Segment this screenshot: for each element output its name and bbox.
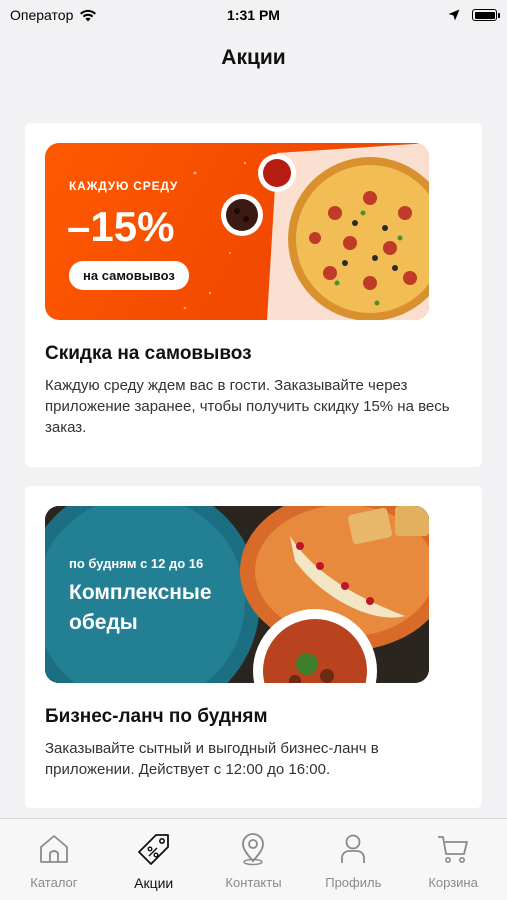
- status-bar: Оператор 1:31 PM: [0, 0, 507, 30]
- tab-catalog[interactable]: Каталог: [4, 819, 104, 900]
- tab-profile[interactable]: Профиль: [303, 819, 403, 900]
- promo-title: Бизнес-ланч по будням: [45, 706, 268, 727]
- tab-label: Профиль: [325, 875, 382, 890]
- carrier-label: Оператор: [10, 7, 74, 23]
- wifi-icon: [80, 9, 97, 21]
- tab-label: Контакты: [225, 875, 282, 890]
- location-pin-icon: [242, 833, 265, 866]
- tab-contacts[interactable]: Контакты: [204, 819, 304, 900]
- page-title: Акции: [221, 46, 286, 69]
- banner-kicker: по будням с 12 до 16: [69, 556, 204, 571]
- tab-label: Каталог: [30, 875, 78, 890]
- promo-title: Скидка на самовывоз: [45, 343, 252, 364]
- promo-card[interactable]: по будням с 12 до 16 Комплексные обеды Б…: [25, 486, 482, 808]
- banner-pill: на самовывоз: [69, 261, 189, 290]
- tab-cart[interactable]: Корзина: [403, 819, 503, 900]
- tab-label: Акции: [134, 875, 174, 891]
- promo-description: Заказывайте сытный и выгодный бизнес-лан…: [45, 740, 379, 778]
- status-right: [448, 9, 500, 21]
- banner-discount: –15%: [67, 203, 175, 250]
- tab-label: Корзина: [428, 875, 478, 890]
- promo-description: Каждую среду ждем вас в гости. Заказывай…: [45, 377, 450, 436]
- status-left: Оператор: [10, 7, 97, 23]
- person-icon: [341, 834, 366, 863]
- battery-icon: [472, 9, 500, 21]
- banner-headline: Комплексные обеды: [69, 581, 212, 634]
- cart-icon: [438, 836, 468, 863]
- promo-banner[interactable]: КАЖДУЮ СРЕДУ –15% на самовывоз: [45, 143, 429, 320]
- tag-icon: [137, 834, 169, 865]
- banner-kicker: КАЖДУЮ СРЕДУ: [69, 179, 179, 193]
- promo-banner[interactable]: по будням с 12 до 16 Комплексные обеды: [45, 506, 429, 683]
- promo-card[interactable]: КАЖДУЮ СРЕДУ –15% на самовывоз Скидка на…: [25, 123, 482, 467]
- location-arrow-icon: [448, 9, 460, 21]
- home-icon: [39, 835, 68, 863]
- tab-bar: Каталог Акции Контакты Профиль Корзина: [0, 818, 507, 900]
- tab-promotions[interactable]: Акции: [104, 819, 204, 900]
